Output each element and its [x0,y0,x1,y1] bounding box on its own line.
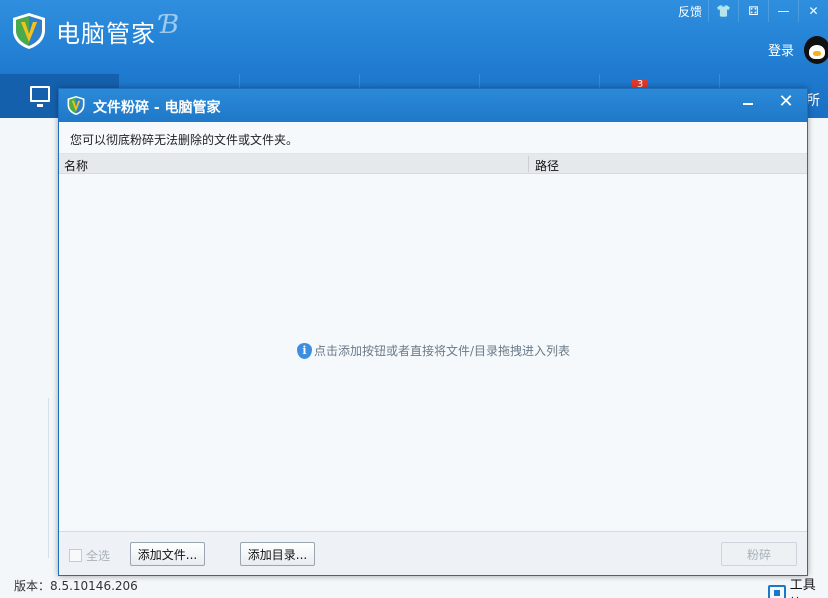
add-file-button[interactable]: 添加文件... [130,542,205,566]
version-label: 版本：8.5.10146.206 [14,579,138,593]
empty-hint-text: 点击添加按钮或者直接将文件/目录拖拽进入列表 [314,344,571,358]
feedback-link[interactable]: 反馈 [672,0,708,22]
toolbox-label: 工具箱 [789,578,816,598]
empty-list-hint: i 点击添加按钮或者直接将文件/目录拖拽进入列表 [297,342,570,359]
toolbox-button[interactable]: 工具箱 [768,574,828,598]
column-separator[interactable] [528,156,529,172]
monitor-icon [30,86,50,107]
shield-logo-icon [67,95,85,116]
dialog-minimize-button[interactable] [731,89,765,113]
window-top-links: 反馈 👕 ⚃ — ✕ [672,0,828,22]
add-directory-button[interactable]: 添加目录... [240,542,315,566]
dialog-footer: 全选 添加文件... 添加目录... 粉碎 [59,531,807,575]
dialog-close-button[interactable]: ✕ [769,89,803,113]
checkbox-box[interactable] [69,549,82,562]
file-list-header: 名称 路径 [59,154,807,174]
select-all-label: 全选 [86,549,111,563]
login-link[interactable]: 登录 [768,40,794,59]
minimize-icon[interactable]: — [768,0,798,22]
column-path[interactable]: 路径 [535,157,559,174]
file-shredder-dialog: 文件粉碎 - 电脑管家 ✕ 您可以彻底粉碎无法删除的文件或文件夹。 名称 路径 … [58,88,808,576]
nav-edge-label: 所 [806,93,820,109]
close-icon[interactable]: ✕ [798,0,828,22]
app-title: 电脑管家 [56,20,156,48]
info-icon: i [297,342,312,359]
skin-icon[interactable]: 👕 [708,0,738,22]
dialog-description: 您可以彻底粉碎无法删除的文件或文件夹。 [70,133,299,147]
file-list[interactable]: 名称 路径 i 点击添加按钮或者直接将文件/目录拖拽进入列表 [59,153,807,531]
dialog-titlebar[interactable]: 文件粉碎 - 电脑管家 ✕ [59,89,807,122]
menu-icon[interactable]: ⚃ [738,0,768,22]
shield-logo-icon [13,13,45,49]
brand-swirl: Ɓ [160,10,180,40]
dialog-title: 文件粉碎 - 电脑管家 [93,100,221,116]
shred-button[interactable]: 粉碎 [721,542,797,566]
toolbox-icon [768,585,786,598]
column-name[interactable]: 名称 [64,157,88,174]
qq-avatar-icon[interactable] [804,36,828,64]
minimize-icon [743,103,753,105]
select-all-checkbox[interactable]: 全选 [69,547,110,564]
